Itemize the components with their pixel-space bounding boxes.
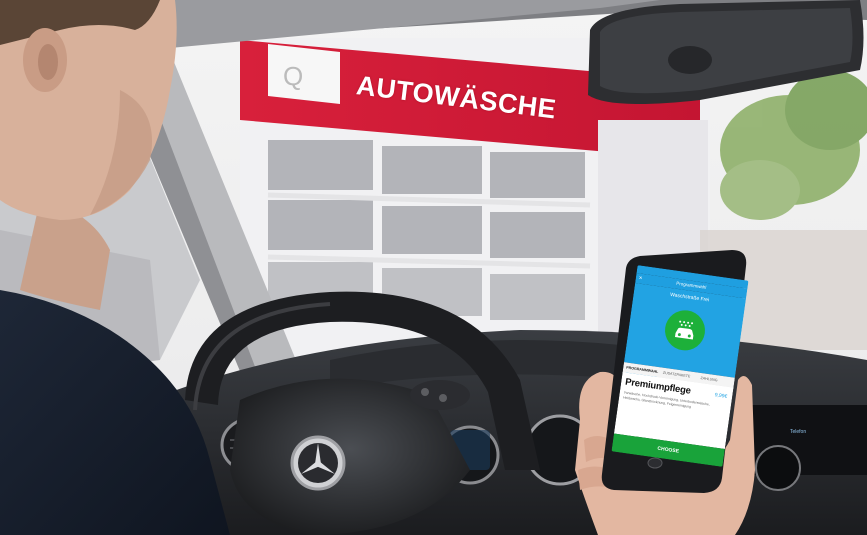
svg-text:Q: Q xyxy=(283,61,303,91)
svg-text:Telefon: Telefon xyxy=(790,429,806,435)
photo-scene: Q Telefon AUTOWÄSCHE Programmwahl × Wasc… xyxy=(0,0,867,535)
mercedes-logo xyxy=(290,435,346,491)
car-wash-icon xyxy=(674,320,694,340)
